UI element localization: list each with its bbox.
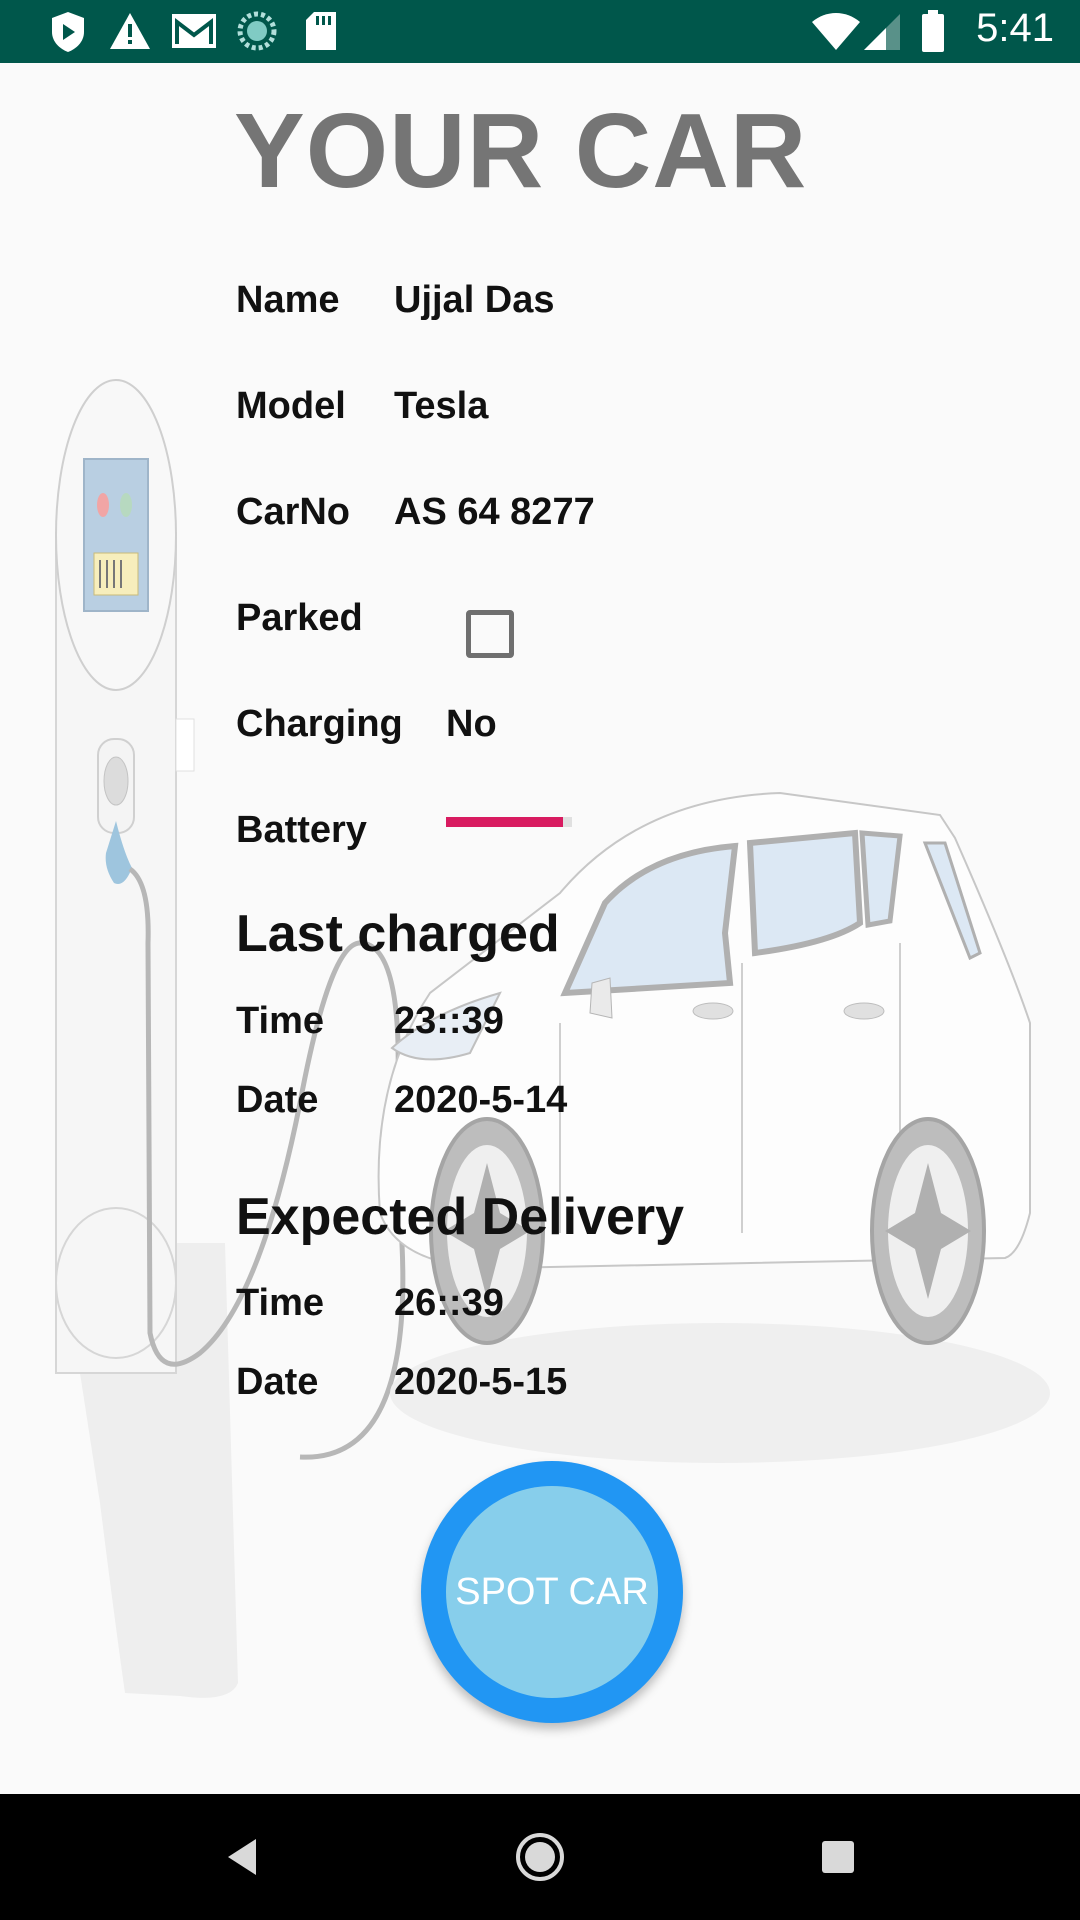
clock: 5:41 xyxy=(976,6,1054,50)
expected-delivery-time-value: 26::39 xyxy=(394,1282,504,1324)
spot-car-button-label: SPOT CAR xyxy=(455,1570,649,1613)
charging-value: No xyxy=(446,703,497,745)
battery-icon xyxy=(920,10,946,59)
expected-delivery-date-value: 2020-5-15 xyxy=(394,1361,568,1403)
main-content: YOUR CAR Name Ujjal Das Model Tesla CarN… xyxy=(0,63,1080,1794)
spot-car-button-inner: SPOT CAR xyxy=(446,1486,658,1698)
expected-delivery-time-label: Time xyxy=(236,1282,325,1324)
last-charged-date-label: Date xyxy=(236,1079,319,1121)
battery-progress-bar xyxy=(446,817,572,827)
carno-value: AS 64 8277 xyxy=(394,491,595,533)
wifi-icon xyxy=(810,12,862,57)
name-value: Ujjal Das xyxy=(394,279,555,321)
last-charged-date-value: 2020-5-14 xyxy=(394,1079,568,1121)
signal-icon xyxy=(862,12,902,57)
model-value: Tesla xyxy=(394,385,489,427)
sync-icon xyxy=(236,10,278,57)
page-title: YOUR CAR xyxy=(234,92,808,210)
navigation-bar xyxy=(0,1794,1080,1920)
battery-progress-fill xyxy=(446,817,564,827)
home-icon[interactable] xyxy=(510,1827,570,1887)
last-charged-heading: Last charged xyxy=(236,905,560,963)
recents-icon[interactable] xyxy=(808,1827,868,1887)
name-label: Name xyxy=(236,279,340,321)
gmail-icon xyxy=(170,10,218,57)
battery-label: Battery xyxy=(236,809,367,851)
last-charged-time-value: 23::39 xyxy=(394,1000,504,1042)
parked-checkbox[interactable] xyxy=(466,610,514,658)
shield-icon xyxy=(48,10,88,59)
last-charged-time-label: Time xyxy=(236,1000,325,1042)
warning-icon xyxy=(108,10,152,57)
back-icon[interactable] xyxy=(212,1827,272,1887)
spot-car-button[interactable]: SPOT CAR xyxy=(421,1461,683,1723)
status-bar: 5:41 xyxy=(0,0,1080,63)
expected-delivery-heading: Expected Delivery xyxy=(236,1188,685,1246)
parked-label: Parked xyxy=(236,597,363,639)
carno-label: CarNo xyxy=(236,491,351,533)
model-label: Model xyxy=(236,385,346,427)
expected-delivery-date-label: Date xyxy=(236,1361,319,1403)
charging-label: Charging xyxy=(236,703,403,745)
sd-card-icon xyxy=(304,10,338,57)
